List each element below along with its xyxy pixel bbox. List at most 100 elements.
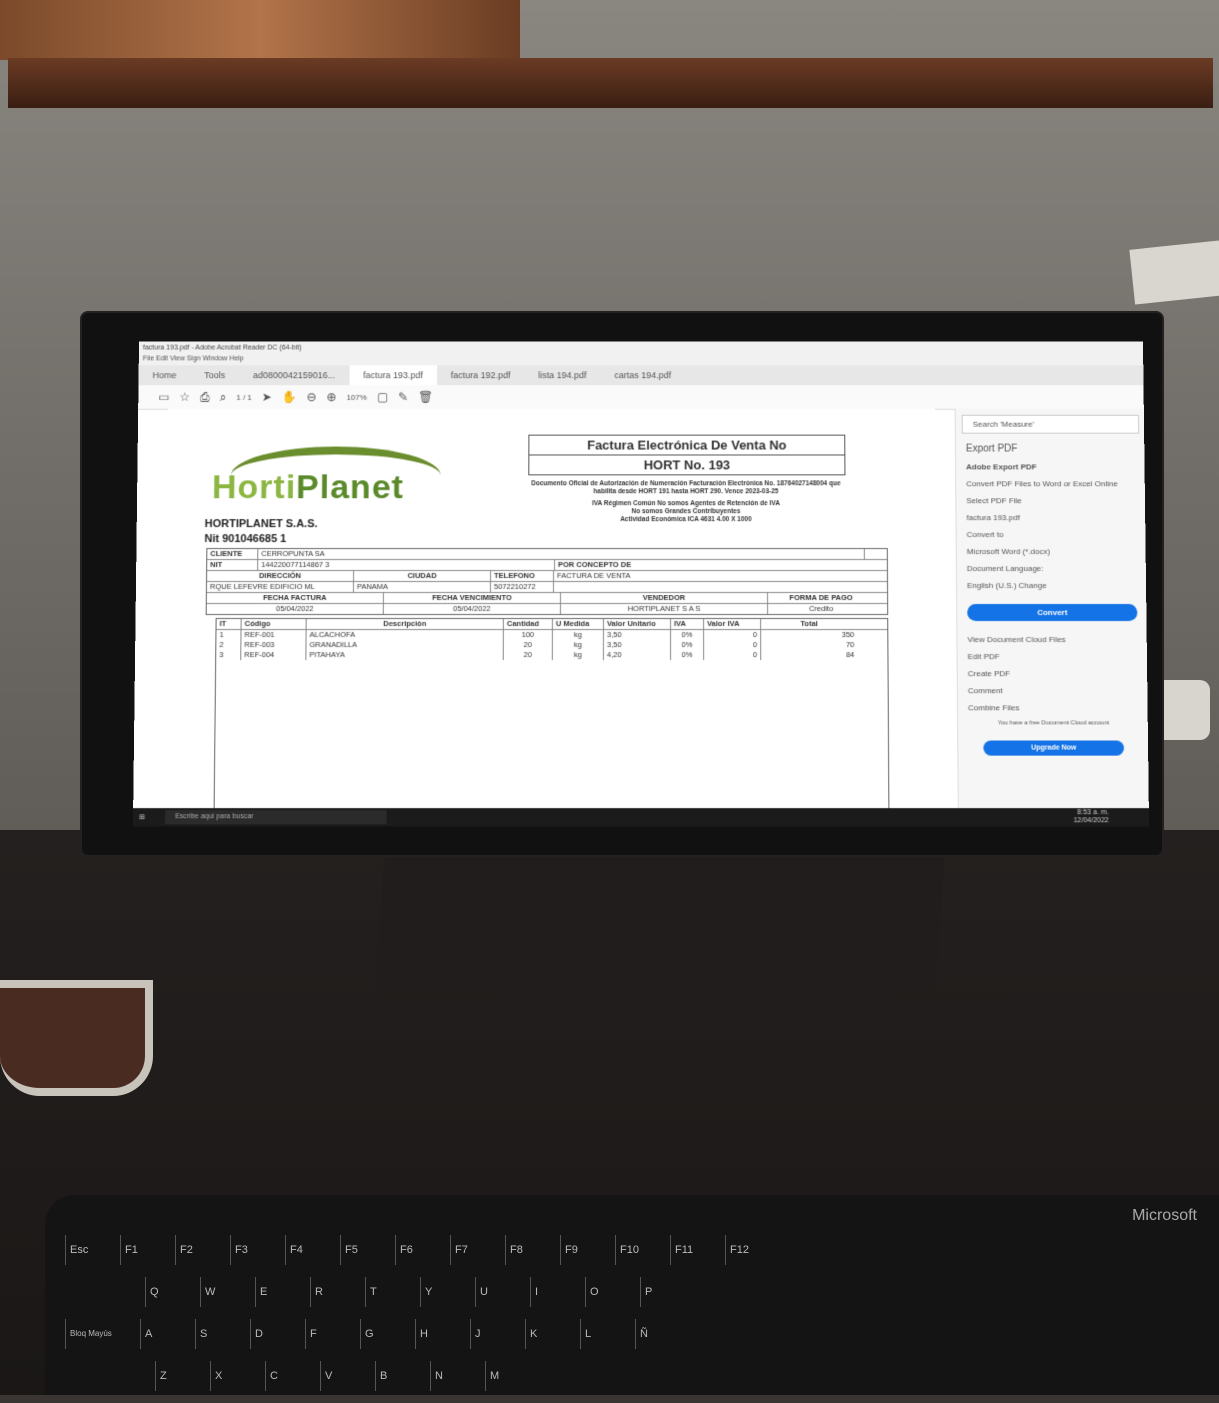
header-it: IT: [216, 619, 242, 630]
windows-start-icon[interactable]: ⊞: [139, 813, 145, 821]
key: Ñ: [635, 1319, 680, 1349]
zoom-out-icon[interactable]: ⊖: [307, 390, 317, 404]
cell: 70: [845, 640, 855, 650]
key: D: [250, 1319, 295, 1349]
keyboard: Microsoft Esc F1 F2 F3 F4 F5 F6 F7 F8 F9 F10 F11 F12…: [45, 1195, 1219, 1395]
key: F6: [395, 1235, 440, 1265]
zoom-in-icon[interactable]: ⊕: [327, 390, 337, 404]
company-nit: Nit 901046685 1: [204, 533, 287, 546]
menu-window[interactable]: Window: [203, 355, 228, 362]
save-icon[interactable]: ▭: [158, 390, 169, 404]
cursor-icon[interactable]: ➤: [262, 390, 272, 404]
legal-line-3: No somos Grandes Contribuyentes: [631, 508, 741, 516]
tab-cartas-194[interactable]: cartas 194.pdf: [600, 370, 685, 380]
phone: 5072210272: [490, 582, 555, 592]
key: Q: [145, 1277, 190, 1307]
comment-tool[interactable]: Comment: [958, 682, 1149, 699]
cell: 2: [216, 640, 242, 651]
delete-icon[interactable]: 🗑: [418, 390, 433, 404]
tab-factura-192[interactable]: factura 192.pdf: [437, 370, 525, 380]
key: S: [195, 1319, 240, 1349]
key: I: [530, 1277, 575, 1307]
header-qty: Cantidad: [503, 619, 553, 630]
key: H: [415, 1319, 460, 1349]
cell: 0%: [671, 640, 705, 651]
cell: 0: [704, 650, 762, 661]
pdf-page: HortiPlanet HORTIPLANET S.A.S. Nit 90104…: [163, 408, 938, 822]
table-row: 1 REF-001 ALCACHOFA 100 kg 3,50 0% 0 350: [216, 630, 887, 641]
logo-text-b: Planet: [295, 468, 405, 507]
cell: kg: [552, 650, 604, 661]
comment-icon[interactable]: ▢: [377, 390, 388, 404]
menu-sign[interactable]: Sign: [187, 355, 201, 362]
invoice-number: HORT No. 193: [643, 457, 731, 473]
key: J: [470, 1319, 515, 1349]
convert-button[interactable]: Convert: [967, 603, 1138, 622]
tab-tools[interactable]: Tools: [190, 370, 239, 380]
legal-line-4: Actividad Económica ICA 4631 4.00 X 1000: [620, 516, 752, 524]
key: Z: [155, 1361, 200, 1391]
key: E: [255, 1277, 300, 1307]
key: U: [475, 1277, 520, 1307]
edit-pdf-tool[interactable]: Edit PDF: [958, 648, 1149, 665]
selected-file[interactable]: factura 193.pdf: [956, 509, 1146, 526]
cell: kg: [552, 630, 604, 641]
taskbar-clock[interactable]: 8:53 a. m. 12/04/2022: [1073, 809, 1108, 825]
key: F8: [505, 1235, 550, 1265]
sticky-note: [1129, 240, 1219, 305]
cell: REF-003: [241, 640, 307, 651]
window-title: factura 193.pdf - Adobe Acrobat Reader D…: [138, 341, 1144, 356]
menu-file[interactable]: File: [143, 355, 154, 362]
tab-lista-194[interactable]: lista 194.pdf: [524, 370, 600, 380]
format-select[interactable]: Microsoft Word (*.docx): [957, 543, 1147, 560]
print-icon[interactable]: ⎙: [200, 390, 210, 405]
view-cloud-link[interactable]: View Document Cloud Files: [957, 631, 1147, 648]
tab-doc-1[interactable]: ad0800042159016...: [239, 370, 349, 380]
date-label: FECHA FACTURA: [206, 592, 384, 603]
create-pdf-tool[interactable]: Create PDF: [958, 665, 1149, 682]
due: 05/04/2022: [383, 603, 561, 615]
seller-label: VENDEDOR: [560, 592, 769, 603]
cell: 1: [216, 630, 242, 641]
toolbar: ▭ ☆ ⎙ ⌕ 1 / 1 ➤ ✋ ⊖ ⊕ 107% ▢ ✎ 🗑: [138, 385, 1144, 410]
doc-language-label: Document Language:: [966, 564, 1044, 574]
cell: 84: [846, 650, 855, 660]
key: P: [640, 1277, 685, 1307]
tab-home[interactable]: Home: [139, 370, 191, 380]
search-icon[interactable]: ⌕: [220, 390, 227, 405]
zoom-level[interactable]: 107%: [347, 393, 367, 402]
cell: 3: [216, 650, 242, 661]
address-label: DIRECCIÓN: [207, 571, 355, 582]
clock-date: 12/04/2022: [1073, 817, 1109, 825]
hand-icon[interactable]: ✋: [282, 390, 297, 404]
shelf: [8, 58, 1213, 108]
home-row: Bloq Mayús A S D F G H J K L Ñ: [65, 1319, 1219, 1349]
page-indicator[interactable]: 1 / 1: [236, 393, 252, 402]
export-pdf-header[interactable]: Export PDF: [956, 440, 1146, 459]
upgrade-button[interactable]: Upgrade Now: [983, 740, 1125, 756]
tab-factura-193[interactable]: factura 193.pdf: [349, 365, 437, 386]
client-info-table: CLIENTE CERROPUNTA SA NIT 144220077114867 …: [205, 548, 889, 616]
logo-text-a: Horti: [211, 468, 297, 507]
right-pane: Search 'Measure' Export PDF Adobe Export…: [954, 408, 1150, 810]
cell: 0: [704, 630, 762, 641]
pen-icon[interactable]: ✎: [398, 390, 408, 404]
keyboard-brand: Microsoft: [1132, 1207, 1197, 1224]
combine-files-tool[interactable]: Combine Files: [958, 699, 1149, 716]
city-label: CIUDAD: [354, 571, 492, 582]
menu-help[interactable]: Help: [229, 355, 243, 362]
adobe-export-title: Adobe Export PDF: [966, 462, 1037, 472]
menu-edit[interactable]: Edit: [156, 355, 168, 362]
taskbar-search[interactable]: Escribe aquí para buscar: [165, 810, 387, 825]
key: M: [485, 1361, 530, 1391]
concept-label: POR CONCEPTO DE: [558, 560, 632, 570]
menu-view[interactable]: View: [170, 355, 185, 362]
tools-search-input[interactable]: Search 'Measure': [961, 414, 1140, 434]
tab-bar: Home Tools ad0800042159016... factura 19…: [138, 365, 1144, 386]
legal-text: Documento Oficial de Autorización de Num…: [530, 480, 842, 524]
language-link[interactable]: English (U.S.) Change: [957, 577, 1147, 594]
star-icon[interactable]: ☆: [179, 390, 190, 404]
legal-line-1: Documento Oficial de Autorización de Num…: [531, 480, 841, 496]
payment-label: FORMA DE PAGO: [789, 592, 853, 602]
key: X: [210, 1361, 255, 1391]
